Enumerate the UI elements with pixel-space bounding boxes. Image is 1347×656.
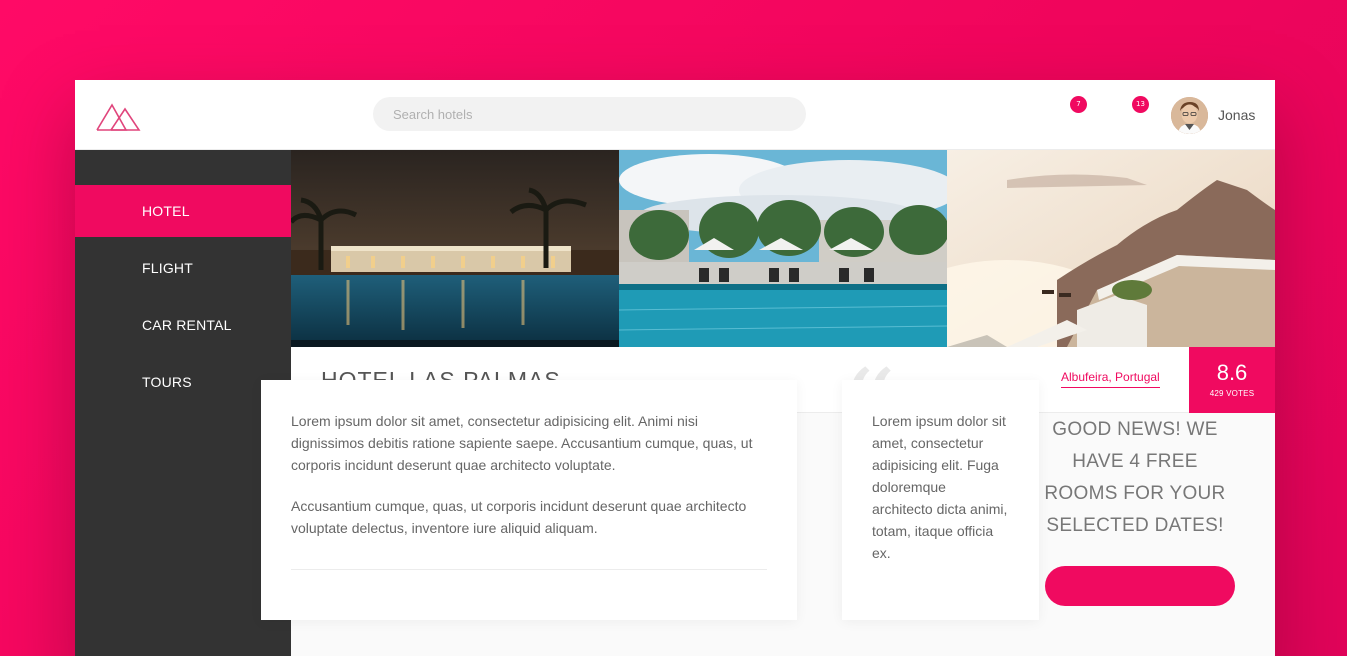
rating-votes: 429 VOTES — [1209, 389, 1255, 398]
hotel-location-link[interactable]: Albufeira, Portugal — [1061, 370, 1160, 388]
hotel-gallery — [291, 150, 1275, 347]
gallery-photo-cliff-terrace[interactable] — [947, 150, 1275, 347]
sidebar-item-hotel[interactable]: HOTEL — [75, 185, 291, 237]
messages-button[interactable]: 13 — [1112, 96, 1152, 133]
chat-icon — [1117, 107, 1133, 122]
sidebar-item-car-rental[interactable]: CAR RENTAL — [75, 299, 291, 351]
bookmark-icon — [1057, 106, 1069, 123]
review-text: Lorem ipsum dolor sit amet, consectetur … — [872, 413, 1008, 561]
availability-message: GOOD NEWS! WE HAVE 4 FREE ROOMS FOR YOUR… — [1044, 419, 1226, 536]
sidebar-nav: HOTEL FLIGHT CAR RENTAL TOURS — [75, 150, 291, 656]
bookmarks-count-badge: 7 — [1070, 96, 1087, 113]
review-card: Lorem ipsum dolor sit amet, consectetur … — [842, 380, 1039, 620]
hotel-description-card: Lorem ipsum dolor sit amet, consectetur … — [261, 380, 797, 620]
bookmarks-button[interactable]: 7 — [1050, 96, 1090, 133]
description-paragraph: Accusantium cumque, quas, ut corporis in… — [291, 498, 747, 536]
sidebar-item-flight[interactable]: FLIGHT — [75, 242, 291, 294]
sidebar-item-label: TOURS — [142, 374, 192, 390]
sidebar-item-label: CAR RENTAL — [142, 317, 232, 333]
gallery-photo-day-pool[interactable] — [619, 150, 947, 347]
sidebar-item-label: FLIGHT — [142, 260, 193, 276]
rating-badge: 8.6 429 VOTES — [1189, 347, 1275, 413]
rating-score: 8.6 — [1216, 360, 1248, 385]
user-name: Jonas — [1218, 107, 1256, 123]
description-paragraph: Lorem ipsum dolor sit amet, consectetur … — [291, 413, 753, 473]
user-menu[interactable]: Jonas — [1171, 95, 1255, 135]
top-header: 7 13 Jonas — [75, 80, 1275, 150]
gallery-photo-night-pool[interactable] — [291, 150, 619, 347]
book-now-button[interactable] — [1045, 566, 1235, 606]
search-input[interactable] — [373, 97, 806, 131]
divider — [291, 569, 767, 570]
messages-count-badge: 13 — [1132, 96, 1149, 113]
avatar — [1171, 96, 1208, 134]
logo-icon[interactable] — [95, 97, 141, 133]
sidebar-item-tours[interactable]: TOURS — [75, 356, 291, 408]
sidebar-item-label: HOTEL — [142, 203, 190, 219]
